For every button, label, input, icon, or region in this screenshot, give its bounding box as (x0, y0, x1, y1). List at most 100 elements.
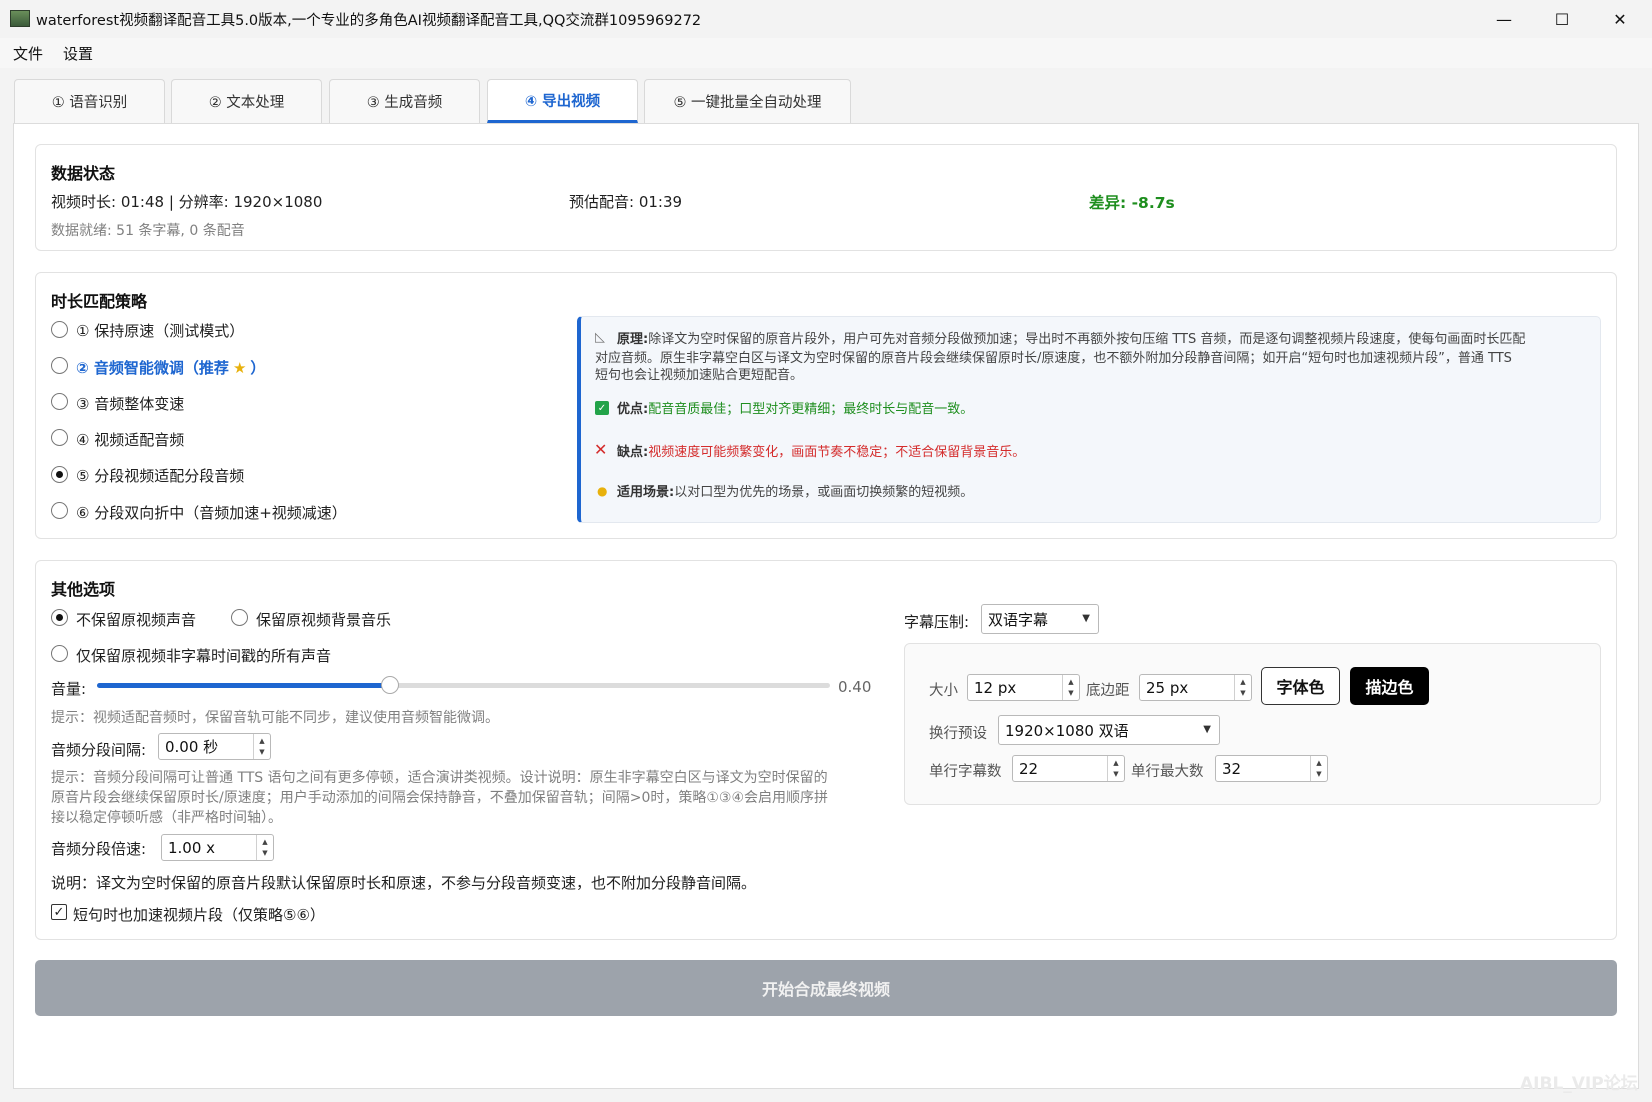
ruler-icon: ◺ (595, 330, 605, 345)
tab-export-video[interactable]: ④ 导出视频 (487, 79, 638, 123)
preset-value: 1920×1080 双语 (1005, 721, 1129, 740)
margin-label: 底边距 (1086, 683, 1130, 699)
gap-value: 0.00 秒 (165, 738, 219, 756)
strategy-label-2[interactable]: ② 音频智能微调（推荐 ★） (76, 357, 265, 378)
hint-gap-line-1: 提示：音频分段间隔可让普通 TTS 语句之间有更多停顿，适合演讲类视频。设计说明… (51, 770, 828, 786)
preset-select[interactable]: 1920×1080 双语 ▼ (998, 715, 1220, 745)
scene-text: 以对口型为优先的场景，或画面切换频繁的短视频。 (674, 485, 974, 500)
cons-label: 缺点: (617, 445, 649, 460)
max-chars-spinbox[interactable]: 32 ▲ ▼ (1215, 755, 1328, 782)
data-ready-text: 数据就绪: 51 条字幕, 0 条配音 (51, 223, 245, 239)
size-value: 12 px (974, 678, 1017, 697)
principle-text-1: 除译文为空时保留的原音片段外，用户可先对音频分段做预加速；导出时不再额外按句压缩… (648, 332, 1526, 347)
line-chars-value: 22 (1019, 759, 1039, 778)
close-button[interactable]: ✕ (1591, 0, 1649, 38)
menu-settings[interactable]: 设置 (63, 43, 93, 64)
cross-icon: ✕ (594, 440, 608, 459)
watermark-text: AIBL_VIP论坛 (1520, 1074, 1638, 1094)
other-options-title: 其他选项 (51, 580, 116, 599)
spin-arrows-icon[interactable]: ▲ ▼ (1062, 675, 1079, 700)
line-chars-label: 单行字幕数 (929, 764, 1002, 780)
spin-arrows-icon[interactable]: ▲ ▼ (253, 734, 270, 759)
strategy-radio-6[interactable] (51, 502, 68, 519)
lightbulb-icon: ● (597, 484, 608, 498)
strategy-label-2-tail: ） (250, 359, 266, 377)
tab-batch-auto[interactable]: ⑤ 一键批量全自动处理 (644, 79, 851, 123)
strategy-radio-3[interactable] (51, 393, 68, 410)
subtitle-burn-value: 双语字幕 (988, 610, 1049, 629)
star-icon: ★ (232, 359, 247, 377)
tab-speech-recognition[interactable]: ① 语音识别 (14, 79, 165, 123)
pros-label: 优点: (617, 402, 649, 417)
app-logo-icon (10, 10, 30, 27)
spin-arrows-icon[interactable]: ▲ ▼ (1107, 756, 1124, 781)
principle-line-1: 原理:除译文为空时保留的原音片段外，用户可先对音频分段做预加速；导出时不再额外按… (617, 330, 1587, 349)
diff-text: 差异: -8.7s (1089, 194, 1175, 212)
short-accel-checkbox[interactable]: ✓ (51, 904, 67, 920)
outline-color-button[interactable]: 描边色 (1350, 667, 1429, 705)
cons-text: 视频速度可能频繁变化，画面节奏不稳定；不适合保留背景音乐。 (648, 445, 1026, 460)
est-dub-text: 预估配音: 01:39 (569, 193, 683, 211)
tab-text-processing[interactable]: ② 文本处理 (171, 79, 322, 123)
volume-value: 0.40 (838, 678, 872, 696)
cons-line: 缺点:视频速度可能频繁变化，画面节奏不稳定；不适合保留背景音乐。 (617, 443, 1025, 462)
max-chars-value: 32 (1222, 759, 1242, 778)
preset-label: 换行预设 (929, 726, 987, 742)
hint-gap-line-3: 接以稳定停顿听感（非严格时间轴）。 (51, 810, 282, 826)
scene-label: 适用场景: (617, 485, 675, 500)
minimize-button[interactable]: — (1475, 0, 1533, 38)
audio-label-keep-nonsub[interactable]: 仅保留原视频非字幕时间戳的所有声音 (76, 645, 331, 666)
max-chars-label: 单行最大数 (1131, 764, 1204, 780)
maximize-button[interactable]: ☐ (1533, 0, 1591, 38)
strategy-radio-2[interactable] (51, 357, 68, 374)
check-icon: ✓ (595, 401, 609, 415)
strategy-radio-5[interactable] (51, 466, 68, 483)
margin-value: 25 px (1146, 678, 1189, 697)
hint-volume: 提示：视频适配音频时，保留音轨可能不同步，建议使用音频智能微调。 (51, 710, 499, 726)
subtitle-burn-label: 字幕压制: (904, 613, 970, 631)
audio-radio-keep-nonsub[interactable] (51, 645, 68, 662)
strategy-label-4[interactable]: ④ 视频适配音频 (76, 429, 184, 450)
subtitle-burn-select[interactable]: 双语字幕 ▼ (981, 604, 1099, 634)
window-title: waterforest视频翻译配音工具5.0版本,一个专业的多角色AI视频翻译配… (36, 13, 702, 29)
principle-line-3: 短句也会让视频加速贴合更短配音。 (595, 368, 804, 383)
strategy-label-2-text: ② 音频智能微调（推荐 (76, 359, 229, 377)
strategy-label-6[interactable]: ⑥ 分段双向折中（音频加速+视频减速） (76, 502, 347, 523)
short-accel-label[interactable]: 短句时也加速视频片段（仅策略⑤⑥） (73, 904, 325, 925)
audio-radio-no-original[interactable] (51, 609, 68, 626)
size-label: 大小 (929, 683, 958, 699)
strategy-label-5[interactable]: ⑤ 分段视频适配分段音频 (76, 465, 244, 486)
menu-file[interactable]: 文件 (13, 43, 43, 64)
volume-slider-fill (97, 683, 390, 688)
audio-label-keep-bgm[interactable]: 保留原视频背景音乐 (256, 609, 391, 630)
spin-arrows-icon[interactable]: ▲ ▼ (1310, 756, 1327, 781)
tab-generate-audio[interactable]: ③ 生成音频 (329, 79, 480, 123)
volume-label: 音量: (51, 680, 87, 698)
note-text: 说明：译文为空时保留的原音片段默认保留原时长和原速，不参与分段音频变速，也不附加… (51, 874, 757, 892)
speed-spinbox[interactable]: 1.00 x ▲ ▼ (161, 834, 274, 861)
size-spinbox[interactable]: 12 px ▲ ▼ (967, 674, 1080, 701)
font-color-button[interactable]: 字体色 (1261, 667, 1340, 705)
line-chars-spinbox[interactable]: 22 ▲ ▼ (1012, 755, 1125, 782)
margin-spinbox[interactable]: 25 px ▲ ▼ (1139, 674, 1252, 701)
strategy-label-3[interactable]: ③ 音频整体变速 (76, 393, 184, 414)
volume-slider-handle[interactable] (381, 676, 399, 694)
strategy-label-1[interactable]: ① 保持原速（测试模式） (76, 320, 244, 341)
strategy-title: 时长匹配策略 (51, 292, 148, 311)
spin-arrows-icon[interactable]: ▲ ▼ (1234, 675, 1251, 700)
strategy-radio-1[interactable] (51, 321, 68, 338)
app-window: waterforest视频翻译配音工具5.0版本,一个专业的多角色AI视频翻译配… (0, 0, 1652, 1102)
video-info-text: 视频时长: 01:48 | 分辨率: 1920×1080 (51, 193, 323, 211)
dropdown-arrow-icon: ▼ (1203, 724, 1211, 735)
speed-value: 1.00 x (168, 838, 216, 857)
audio-label-no-original[interactable]: 不保留原视频声音 (76, 609, 196, 630)
speed-label: 音频分段倍速: (51, 840, 147, 858)
strategy-radio-4[interactable] (51, 429, 68, 446)
gap-spinbox[interactable]: 0.00 秒 ▲ ▼ (158, 733, 271, 760)
gap-label: 音频分段间隔: (51, 741, 147, 759)
pros-text: 配音音质最佳；口型对齐更精细；最终时长与配音一致。 (648, 402, 974, 417)
audio-radio-keep-bgm[interactable] (231, 609, 248, 626)
spin-arrows-icon[interactable]: ▲ ▼ (256, 835, 273, 860)
start-compose-button[interactable]: 开始合成最终视频 (35, 960, 1617, 1016)
scene-line: 适用场景:以对口型为优先的场景，或画面切换频繁的短视频。 (617, 483, 973, 502)
